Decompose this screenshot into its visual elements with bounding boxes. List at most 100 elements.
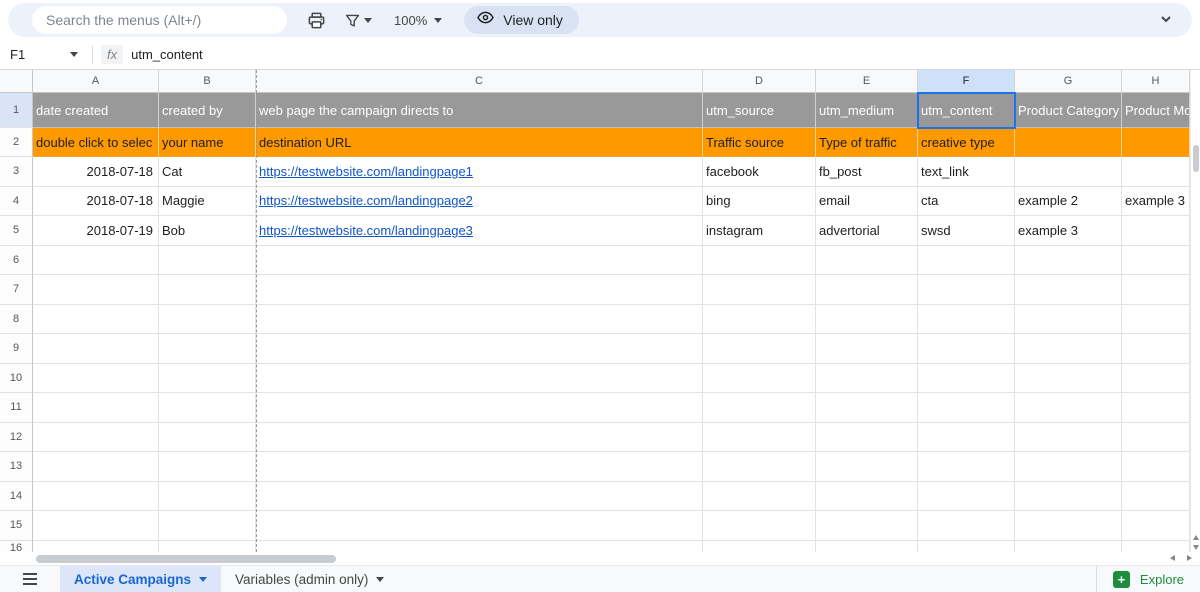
cell-F4[interactable]: cta [918, 187, 1015, 217]
cell-H14[interactable] [1122, 482, 1190, 512]
select-all-corner[interactable] [0, 70, 33, 93]
cell-G11[interactable] [1015, 393, 1122, 423]
cell-H9[interactable] [1122, 334, 1190, 364]
scroll-down-icon[interactable] [1193, 545, 1199, 550]
cell-E10[interactable] [816, 364, 918, 394]
row-header-9[interactable]: 9 [0, 334, 33, 364]
cell-F8[interactable] [918, 305, 1015, 335]
filter-button[interactable] [338, 8, 378, 33]
cell-C2[interactable]: destination URL [256, 128, 703, 157]
cell-C9[interactable] [256, 334, 703, 364]
row-header-11[interactable]: 11 [0, 393, 33, 423]
row-header-5[interactable]: 5 [0, 216, 33, 246]
column-header-B[interactable]: B [159, 70, 256, 93]
cell-G15[interactable] [1015, 511, 1122, 541]
scroll-left-icon[interactable] [1170, 555, 1175, 561]
cell-D2[interactable]: Traffic source [703, 128, 816, 157]
cell-E7[interactable] [816, 275, 918, 305]
cell-A9[interactable] [33, 334, 159, 364]
cell-H13[interactable] [1122, 452, 1190, 482]
cell-D9[interactable] [703, 334, 816, 364]
cell-C3[interactable]: https://testwebsite.com/landingpage1 [256, 157, 703, 187]
cell-H12[interactable] [1122, 423, 1190, 453]
row-header-2[interactable]: 2 [0, 128, 33, 157]
cell-E6[interactable] [816, 246, 918, 276]
cell-F5[interactable]: swsd [918, 216, 1015, 246]
cell-B1[interactable]: created by [159, 93, 256, 128]
cell-E5[interactable]: advertorial [816, 216, 918, 246]
view-only-badge[interactable]: View only [464, 6, 579, 34]
cell-H3[interactable] [1122, 157, 1190, 187]
cell-F16[interactable] [918, 541, 1015, 553]
cell-D16[interactable] [703, 541, 816, 553]
cell-G5[interactable]: example 3 [1015, 216, 1122, 246]
row-header-14[interactable]: 14 [0, 482, 33, 512]
cell-F13[interactable] [918, 452, 1015, 482]
cell-F15[interactable] [918, 511, 1015, 541]
cell-A5[interactable]: 2018-07-19 [33, 216, 159, 246]
cell-D11[interactable] [703, 393, 816, 423]
row-header-10[interactable]: 10 [0, 364, 33, 394]
cell-H4[interactable]: example 3 [1122, 187, 1190, 217]
cell-link[interactable]: https://testwebsite.com/landingpage1 [259, 164, 473, 179]
cell-E11[interactable] [816, 393, 918, 423]
cell-D4[interactable]: bing [703, 187, 816, 217]
horizontal-scrollbar-thumb[interactable] [36, 555, 336, 563]
all-sheets-button[interactable] [0, 566, 60, 592]
cell-G9[interactable] [1015, 334, 1122, 364]
cell-B10[interactable] [159, 364, 256, 394]
column-header-A[interactable]: A [33, 70, 159, 93]
cell-B5[interactable]: Bob [159, 216, 256, 246]
cell-C5[interactable]: https://testwebsite.com/landingpage3 [256, 216, 703, 246]
cell-G14[interactable] [1015, 482, 1122, 512]
horizontal-scrollbar[interactable] [0, 552, 1200, 565]
row-header-13[interactable]: 13 [0, 452, 33, 482]
cell-F12[interactable] [918, 423, 1015, 453]
cell-G2[interactable] [1015, 128, 1122, 157]
cell-C13[interactable] [256, 452, 703, 482]
cell-B13[interactable] [159, 452, 256, 482]
cell-D10[interactable] [703, 364, 816, 394]
tab-active-campaigns[interactable]: Active Campaigns [60, 566, 221, 592]
zoom-select[interactable]: 100% [388, 9, 448, 32]
cell-E16[interactable] [816, 541, 918, 553]
cell-A8[interactable] [33, 305, 159, 335]
cell-H7[interactable] [1122, 275, 1190, 305]
cell-D7[interactable] [703, 275, 816, 305]
formula-input[interactable]: utm_content [131, 47, 1200, 62]
column-header-G[interactable]: G [1015, 70, 1122, 93]
cell-B7[interactable] [159, 275, 256, 305]
cell-H15[interactable] [1122, 511, 1190, 541]
name-box[interactable]: F1 [0, 47, 84, 62]
scroll-up-icon[interactable] [1193, 535, 1199, 540]
row-header-3[interactable]: 3 [0, 157, 33, 187]
cell-G7[interactable] [1015, 275, 1122, 305]
cell-F14[interactable] [918, 482, 1015, 512]
cell-A16[interactable] [33, 541, 159, 553]
cell-B4[interactable]: Maggie [159, 187, 256, 217]
cell-H16[interactable] [1122, 541, 1190, 553]
cell-link[interactable]: https://testwebsite.com/landingpage3 [259, 223, 473, 238]
cell-E12[interactable] [816, 423, 918, 453]
cell-D8[interactable] [703, 305, 816, 335]
cell-C11[interactable] [256, 393, 703, 423]
cell-E8[interactable] [816, 305, 918, 335]
cell-A15[interactable] [33, 511, 159, 541]
cell-F3[interactable]: text_link [918, 157, 1015, 187]
cell-C7[interactable] [256, 275, 703, 305]
cell-C8[interactable] [256, 305, 703, 335]
cell-E4[interactable]: email [816, 187, 918, 217]
cell-A11[interactable] [33, 393, 159, 423]
cell-H10[interactable] [1122, 364, 1190, 394]
row-header-8[interactable]: 8 [0, 305, 33, 335]
cell-B15[interactable] [159, 511, 256, 541]
cell-A10[interactable] [33, 364, 159, 394]
cell-F1[interactable]: utm_content [918, 93, 1015, 128]
cell-A3[interactable]: 2018-07-18 [33, 157, 159, 187]
cell-D6[interactable] [703, 246, 816, 276]
row-header-12[interactable]: 12 [0, 423, 33, 453]
cell-F7[interactable] [918, 275, 1015, 305]
cell-A4[interactable]: 2018-07-18 [33, 187, 159, 217]
cell-E3[interactable]: fb_post [816, 157, 918, 187]
cell-E14[interactable] [816, 482, 918, 512]
